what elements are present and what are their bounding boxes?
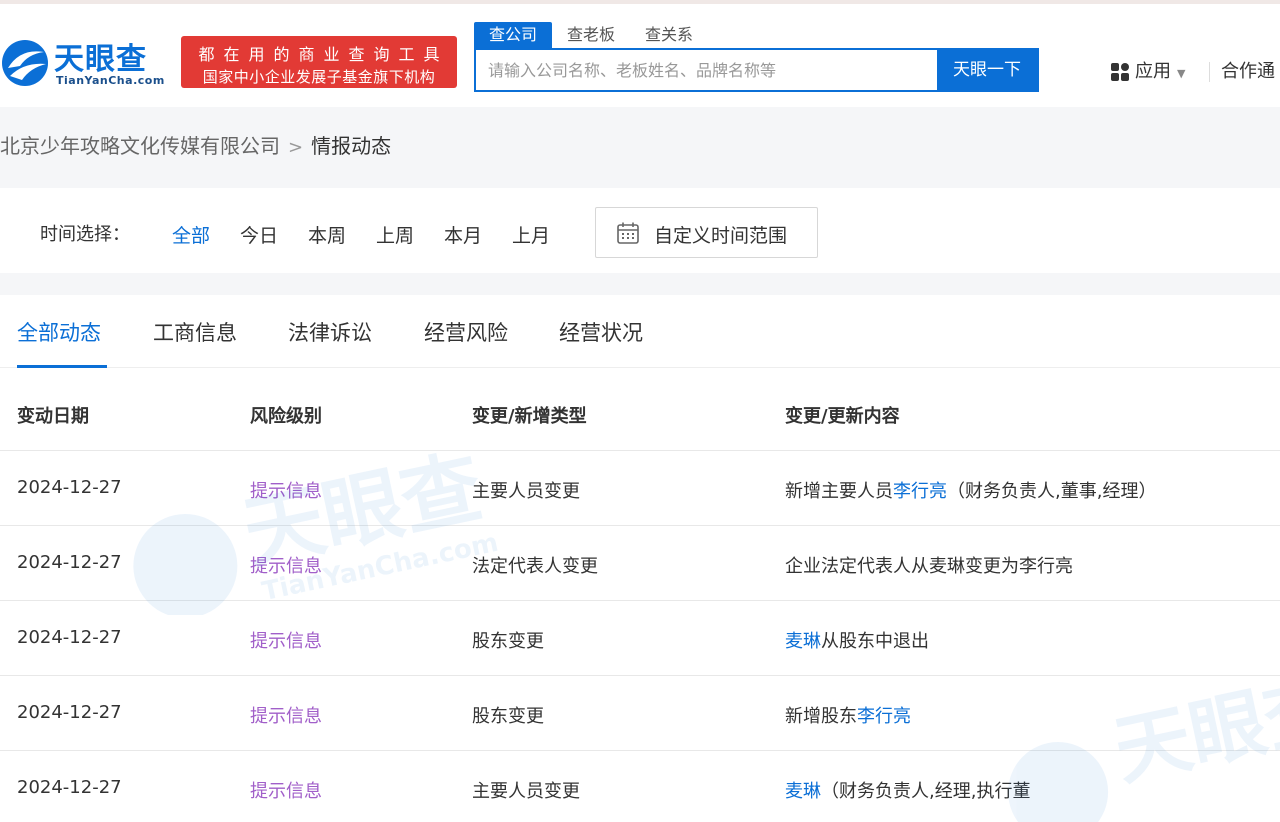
column-header-risk: 风险级别 xyxy=(250,406,322,427)
row-content-suffix: 从股东中退出 xyxy=(821,631,929,652)
site-header: 天眼查 TianYanCha.com 都在用的商业查询工具 国家中小企业发展子基… xyxy=(0,4,1280,107)
row-content-text: 企业法定代表人从麦琳变更为李行亮 xyxy=(785,556,1073,577)
tab-legal[interactable]: 法律诉讼 xyxy=(288,317,372,347)
row-content-text: 新增主要人员 xyxy=(785,481,893,502)
row-risk-level[interactable]: 提示信息 xyxy=(250,777,322,803)
row-change-type: 法定代表人变更 xyxy=(472,556,598,577)
row-date: 2024-12-27 xyxy=(17,777,122,798)
person-link[interactable]: 麦琳 xyxy=(785,631,821,652)
breadcrumb-separator: > xyxy=(288,137,304,158)
time-option-all[interactable]: 全部 xyxy=(172,221,210,248)
column-header-type: 变更/新增类型 xyxy=(472,406,587,427)
time-option-today[interactable]: 今日 xyxy=(240,221,278,248)
chevron-down-icon: ▼ xyxy=(1177,67,1186,80)
person-link[interactable]: 麦琳 xyxy=(785,781,821,802)
breadcrumb-current: 情报动态 xyxy=(311,134,392,158)
row-content-text: 新增股东 xyxy=(785,706,857,727)
logo-domain: TianYanCha.com xyxy=(56,74,165,87)
row-content: 新增股东李行亮 xyxy=(785,702,911,728)
table-row: 2024-12-27 提示信息 股东变更 新增股东李行亮 xyxy=(0,676,1280,751)
table-row: 2024-12-27 提示信息 主要人员变更 麦琳（财务负责人,经理,执行董 xyxy=(0,751,1280,822)
row-content-suffix: （财务负责人,经理,执行董 xyxy=(821,781,1031,802)
time-filter-bar: 时间选择： 全部 今日 本周 上周 本月 上月 自定义时间范围 xyxy=(0,188,1280,273)
active-tab-indicator xyxy=(17,365,107,368)
news-panel: 全部动态 工商信息 法律诉讼 经营风险 经营状况 变动日期 风险级别 变更/新增… xyxy=(0,295,1280,822)
apps-menu[interactable]: 应用 ▼ xyxy=(1111,59,1185,85)
time-option-this-month[interactable]: 本月 xyxy=(444,221,482,248)
category-tabs: 全部动态 工商信息 法律诉讼 经营风险 经营状况 xyxy=(0,295,1280,368)
table-row: 2024-12-27 提示信息 股东变更 麦琳从股东中退出 xyxy=(0,601,1280,676)
row-risk-level[interactable]: 提示信息 xyxy=(250,552,322,578)
breadcrumb-company[interactable]: 北京少年攻略文化传媒有限公司 xyxy=(0,134,280,158)
custom-time-range-button[interactable]: 自定义时间范围 xyxy=(595,207,818,258)
time-option-last-week[interactable]: 上周 xyxy=(376,221,414,248)
row-content: 新增主要人员李行亮（财务负责人,董事,经理） xyxy=(785,477,1156,503)
table-row: 2024-12-27 提示信息 主要人员变更 新增主要人员李行亮（财务负责人,董… xyxy=(0,451,1280,526)
calendar-icon xyxy=(617,222,639,244)
search-box: 天眼一下 xyxy=(474,48,1039,92)
row-change-type: 主要人员变更 xyxy=(472,781,580,802)
row-content: 企业法定代表人从麦琳变更为李行亮 xyxy=(785,552,1073,578)
custom-time-range-label: 自定义时间范围 xyxy=(654,225,788,247)
person-link[interactable]: 李行亮 xyxy=(893,481,947,502)
row-date: 2024-12-27 xyxy=(17,627,122,648)
search-button[interactable]: 天眼一下 xyxy=(937,50,1037,90)
column-header-date: 变动日期 xyxy=(17,406,89,427)
breadcrumb: 北京少年攻略文化传媒有限公司 > 情报动态 xyxy=(0,130,391,159)
tab-business-info[interactable]: 工商信息 xyxy=(153,317,237,347)
row-date: 2024-12-27 xyxy=(17,477,122,498)
search-input[interactable] xyxy=(476,50,937,90)
apps-grid-icon xyxy=(1111,63,1129,81)
row-change-type: 股东变更 xyxy=(472,706,544,727)
table-header: 变动日期 风险级别 变更/新增类型 变更/更新内容 xyxy=(0,376,1280,451)
row-change-type: 主要人员变更 xyxy=(472,481,580,502)
row-content: 麦琳从股东中退出 xyxy=(785,627,929,653)
row-date: 2024-12-27 xyxy=(17,552,122,573)
row-content-suffix: （财务负责人,董事,经理） xyxy=(947,481,1157,502)
table-row: 2024-12-27 提示信息 法定代表人变更 企业法定代表人从麦琳变更为李行亮 xyxy=(0,526,1280,601)
row-risk-level[interactable]: 提示信息 xyxy=(250,477,322,503)
search-tab-company[interactable]: 查公司 xyxy=(474,22,552,48)
time-option-last-month[interactable]: 上月 xyxy=(512,221,550,248)
row-date: 2024-12-27 xyxy=(17,702,122,723)
tab-operating-status[interactable]: 经营状况 xyxy=(559,317,643,347)
row-content: 麦琳（财务负责人,经理,执行董 xyxy=(785,777,1030,803)
tab-all-news[interactable]: 全部动态 xyxy=(17,317,101,347)
logo-text: 天眼查 xyxy=(54,42,147,77)
tab-operating-risk[interactable]: 经营风险 xyxy=(424,317,508,347)
slogan-line-2: 国家中小企业发展子基金旗下机构 xyxy=(202,68,436,86)
header-divider xyxy=(1209,62,1210,82)
search-tab-relation[interactable]: 查关系 xyxy=(630,22,708,48)
cooperation-link[interactable]: 合作通 xyxy=(1221,59,1275,85)
column-header-content: 变更/更新内容 xyxy=(785,406,900,427)
time-option-this-week[interactable]: 本周 xyxy=(308,221,346,248)
time-filter-label: 时间选择： xyxy=(40,224,130,245)
slogan-banner: 都在用的商业查询工具 国家中小企业发展子基金旗下机构 xyxy=(181,36,457,88)
site-logo[interactable]: 天眼查 TianYanCha.com xyxy=(0,34,175,94)
apps-label: 应用 xyxy=(1135,61,1171,82)
search-tab-boss[interactable]: 查老板 xyxy=(552,22,630,48)
tianyancha-logo-icon xyxy=(2,40,48,86)
slogan-line-1: 都在用的商业查询工具 xyxy=(198,45,449,64)
person-link[interactable]: 李行亮 xyxy=(857,706,911,727)
row-risk-level[interactable]: 提示信息 xyxy=(250,702,322,728)
row-change-type: 股东变更 xyxy=(472,631,544,652)
row-risk-level[interactable]: 提示信息 xyxy=(250,627,322,653)
